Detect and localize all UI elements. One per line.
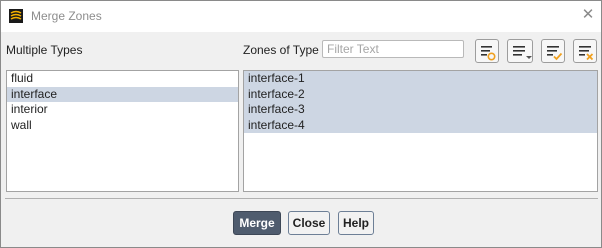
- filter-options-button[interactable]: [475, 39, 499, 63]
- deselect-all-button[interactable]: [573, 39, 597, 63]
- select-all-icon: [547, 46, 563, 61]
- list-item[interactable]: interface: [7, 86, 238, 102]
- list-item[interactable]: interface-3: [244, 102, 597, 118]
- multiple-types-label: Multiple Types: [6, 43, 83, 57]
- filter-text-input[interactable]: [322, 40, 464, 58]
- list-item[interactable]: interface-4: [244, 117, 597, 133]
- close-button[interactable]: Close: [288, 211, 330, 235]
- merge-button[interactable]: Merge: [233, 211, 281, 235]
- zones-list[interactable]: interface-1 interface-2 interface-3 inte…: [243, 70, 598, 192]
- list-item[interactable]: wall: [7, 118, 238, 134]
- types-list[interactable]: fluid interface interior wall: [6, 70, 239, 192]
- close-icon[interactable]: ✕: [579, 6, 597, 24]
- select-options-button[interactable]: [507, 39, 533, 63]
- help-button[interactable]: Help: [338, 211, 374, 235]
- select-all-button[interactable]: [541, 39, 565, 63]
- list-item[interactable]: interface-2: [244, 86, 597, 102]
- list-item[interactable]: interface-1: [244, 71, 597, 87]
- title-bar: Merge Zones ✕: [1, 1, 601, 32]
- divider: [5, 198, 598, 199]
- merge-zones-dialog: Merge Zones ✕ Multiple Types Zones of Ty…: [0, 0, 602, 248]
- list-item[interactable]: fluid: [7, 71, 238, 87]
- app-icon: [9, 9, 23, 23]
- select-options-icon: [513, 46, 532, 59]
- zones-of-type-label: Zones of Type: [243, 43, 319, 57]
- list-item[interactable]: interior: [7, 102, 238, 118]
- filter-options-icon: [481, 46, 496, 61]
- window-title: Merge Zones: [31, 9, 102, 23]
- deselect-all-icon: [579, 46, 594, 61]
